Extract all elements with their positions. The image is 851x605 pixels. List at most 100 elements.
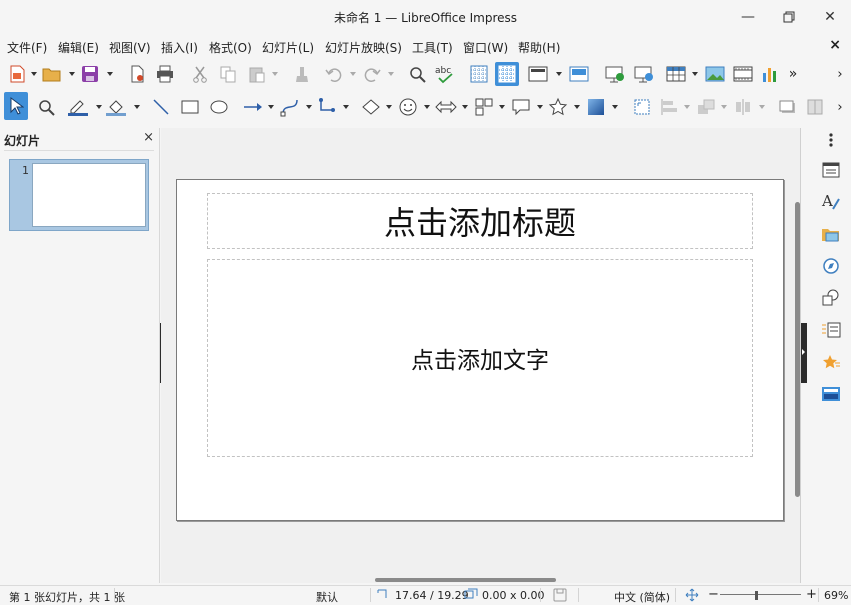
shadow-icon[interactable] <box>776 95 800 119</box>
callouts-dropdown-arrow[interactable] <box>537 105 543 109</box>
copy-icon[interactable] <box>216 62 240 86</box>
insert-table-icon[interactable] <box>664 62 688 86</box>
connectors-dropdown-arrow[interactable] <box>343 105 349 109</box>
title-placeholder[interactable]: 点击添加标题 <box>207 193 753 249</box>
arrange-dropdown-arrow[interactable] <box>721 105 727 109</box>
styles-icon[interactable]: A <box>818 190 844 214</box>
layout-status[interactable]: 默认 <box>316 589 338 605</box>
master-slide-icon[interactable] <box>567 62 591 86</box>
stars-dropdown-arrow[interactable] <box>574 105 580 109</box>
menu-view[interactable]: 视图(V) <box>109 39 151 56</box>
zoom-slider-track[interactable] <box>720 594 801 595</box>
connectors-icon[interactable] <box>315 95 339 119</box>
line-color-dropdown-arrow[interactable] <box>96 105 102 109</box>
line-color-icon[interactable] <box>66 95 90 119</box>
open-dropdown-arrow[interactable] <box>69 72 75 76</box>
3d-objects-dropdown-arrow[interactable] <box>612 105 618 109</box>
horizontal-scrollbar[interactable] <box>375 578 556 582</box>
paste-icon[interactable] <box>245 62 269 86</box>
paste-dropdown-arrow[interactable] <box>272 72 278 76</box>
fill-color-dropdown-arrow[interactable] <box>134 105 140 109</box>
undo-dropdown-arrow[interactable] <box>350 72 356 76</box>
properties-icon[interactable] <box>818 158 844 182</box>
open-folder-icon[interactable] <box>40 62 64 86</box>
slide-transition-icon[interactable] <box>818 318 844 342</box>
zoom-pan-icon[interactable] <box>34 95 58 119</box>
line-icon[interactable] <box>149 95 173 119</box>
curves-dropdown-arrow[interactable] <box>306 105 312 109</box>
animation-icon[interactable] <box>818 350 844 374</box>
master-slides-icon[interactable] <box>818 382 844 406</box>
menu-format[interactable]: 格式(O) <box>209 39 252 56</box>
menu-help[interactable]: 帮助(H) <box>518 39 560 56</box>
slide-pane-close-button[interactable]: × <box>143 130 154 145</box>
basic-shapes-icon[interactable] <box>359 95 383 119</box>
new-dropdown-arrow[interactable] <box>31 72 37 76</box>
helplines-icon[interactable] <box>495 62 519 86</box>
distribute-dropdown-arrow[interactable] <box>759 105 765 109</box>
lines-arrows-icon[interactable] <box>241 95 265 119</box>
3d-objects-icon[interactable] <box>584 95 608 119</box>
shapes-icon[interactable] <box>818 286 844 310</box>
spelling-icon[interactable]: abc <box>433 62 457 86</box>
select-pointer-icon[interactable] <box>4 92 28 120</box>
slide-thumbnail-1[interactable]: 1 <box>9 159 149 231</box>
cut-icon[interactable] <box>188 62 212 86</box>
menu-tools[interactable]: 工具(T) <box>412 39 453 56</box>
crop-image-icon[interactable] <box>804 95 828 119</box>
clone-formatting-icon[interactable] <box>290 62 314 86</box>
fit-slide-icon[interactable] <box>685 588 699 605</box>
print-icon[interactable] <box>153 62 177 86</box>
align-dropdown-arrow[interactable] <box>684 105 690 109</box>
lines-dropdown-arrow[interactable] <box>268 105 274 109</box>
menu-edit[interactable]: 编辑(E) <box>58 39 99 56</box>
save-icon[interactable] <box>78 62 102 86</box>
close-window-button[interactable]: ✕ <box>819 6 841 28</box>
symbol-shapes-icon[interactable] <box>396 95 420 119</box>
language-status[interactable]: 中文 (简体) <box>614 589 670 605</box>
redo-dropdown-arrow[interactable] <box>388 72 394 76</box>
more-toolbar-icon[interactable]: » <box>783 62 803 86</box>
table-dropdown-arrow[interactable] <box>692 72 698 76</box>
start-current-slide-icon[interactable] <box>632 62 656 86</box>
slide-canvas[interactable]: 点击添加标题 点击添加文字 <box>176 179 784 521</box>
zoom-slider-thumb[interactable] <box>755 591 759 600</box>
zoom-out-button[interactable]: − <box>708 587 719 602</box>
layout-dropdown-arrow[interactable] <box>556 72 562 76</box>
new-document-icon[interactable] <box>5 62 29 86</box>
sidebar-menu-icon[interactable] <box>818 128 844 152</box>
slide-layout-icon[interactable] <box>526 62 550 86</box>
menu-slideshow[interactable]: 幻灯片放映(S) <box>325 39 402 56</box>
menu-slide[interactable]: 幻灯片(L) <box>262 39 314 56</box>
menu-file[interactable]: 文件(F) <box>7 39 47 56</box>
arrange-icon[interactable] <box>694 95 718 119</box>
export-pdf-icon[interactable] <box>125 62 149 86</box>
ellipse-icon[interactable] <box>207 95 231 119</box>
block-arrows-dropdown-arrow[interactable] <box>462 105 468 109</box>
close-document-button[interactable]: × <box>829 37 841 53</box>
redo-icon[interactable] <box>360 62 384 86</box>
navigator-icon[interactable] <box>818 254 844 278</box>
gallery-icon[interactable] <box>818 222 844 246</box>
callouts-icon[interactable] <box>509 95 533 119</box>
toolbar-overflow-icon[interactable]: › <box>832 62 848 86</box>
display-grid-icon[interactable] <box>467 62 491 86</box>
collapse-sidebar-handle[interactable] <box>801 323 807 383</box>
insert-chart-icon[interactable] <box>759 62 783 86</box>
flowchart-icon[interactable] <box>472 95 496 119</box>
menu-insert[interactable]: 插入(I) <box>161 39 198 56</box>
maximize-button[interactable] <box>778 6 800 28</box>
undo-icon[interactable] <box>322 62 346 86</box>
distribute-icon[interactable] <box>731 95 755 119</box>
save-dropdown-arrow[interactable] <box>107 72 113 76</box>
rectangle-icon[interactable] <box>178 95 202 119</box>
find-replace-icon[interactable] <box>406 62 430 86</box>
symbol-shapes-dropdown-arrow[interactable] <box>424 105 430 109</box>
insert-video-icon[interactable] <box>731 62 755 86</box>
insert-image-icon[interactable] <box>703 62 727 86</box>
menu-window[interactable]: 窗口(W) <box>463 39 508 56</box>
align-objects-icon[interactable] <box>658 95 682 119</box>
basic-shapes-dropdown-arrow[interactable] <box>386 105 392 109</box>
zoom-in-button[interactable]: + <box>806 587 817 602</box>
start-first-slide-icon[interactable] <box>603 62 627 86</box>
